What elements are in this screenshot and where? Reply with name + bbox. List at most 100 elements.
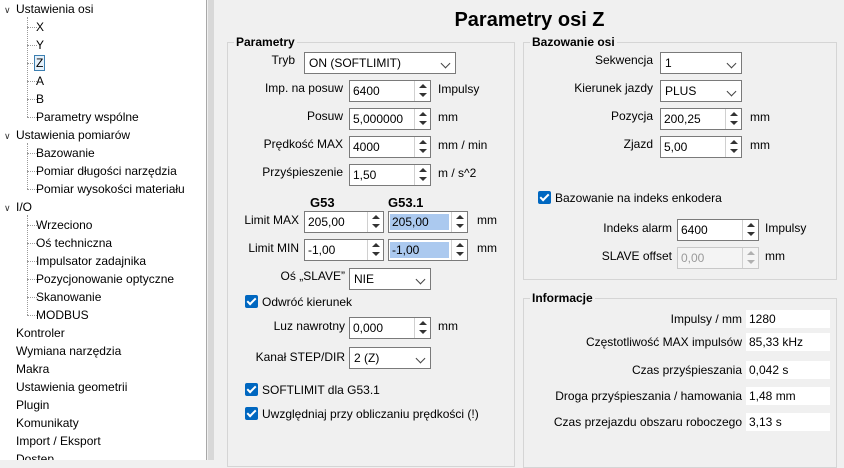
tree-item-z[interactable]: Z: [34, 54, 46, 72]
tree-item-impulsator[interactable]: Impulsator zadajnika: [34, 252, 148, 270]
limit-min-g531-spinner[interactable]: -1,00: [388, 239, 468, 261]
spin-up-icon[interactable]: [743, 220, 758, 230]
spin-down-icon[interactable]: [743, 230, 758, 240]
bazowanie-enkoder-checkbox[interactable]: Bazowanie na indeks enkodera: [538, 190, 738, 206]
spin-down-icon[interactable]: [368, 222, 383, 232]
zjazd-spinner[interactable]: 5,00: [660, 136, 742, 158]
spin-down-icon[interactable]: [415, 328, 430, 338]
odwroc-kierunek-checkbox[interactable]: Odwróć kierunek: [245, 294, 365, 310]
tree-node-komunikaty[interactable]: Komunikaty: [4, 414, 79, 432]
tree-node-wymiana-narzedzia[interactable]: Wymiana narzędzia: [4, 342, 121, 360]
softlimit-g531-checkbox[interactable]: SOFTLIMIT dla G53.1: [245, 382, 405, 398]
tryb-value: ON (SOFTLIMIT): [309, 56, 401, 70]
spin-up-icon[interactable]: [452, 212, 467, 222]
limit-max-g531-spinner[interactable]: 205,00: [388, 211, 468, 233]
g53-column-header: G53: [310, 195, 335, 210]
kierunek-jazdy-select[interactable]: PLUS: [660, 80, 742, 102]
slave-offset-spinner[interactable]: 0,00: [677, 247, 759, 269]
tree-node-io[interactable]: ∨ I/O: [4, 198, 32, 216]
pozycja-unit: mm: [750, 110, 770, 124]
luz-nawrotny-label: Luz nawrotny: [273, 319, 345, 333]
tree-node-makra[interactable]: Makra: [4, 360, 49, 378]
spin-down-icon[interactable]: [415, 147, 430, 157]
spin-up-icon[interactable]: [368, 212, 383, 222]
tree-item-parametry-wspolne[interactable]: Parametry wspólne: [34, 108, 141, 126]
indeks-alarm-spinner[interactable]: 6400: [677, 219, 759, 241]
tree-node-ustawienia-geometrii[interactable]: Ustawienia geometrii: [4, 378, 127, 396]
tree-item-pomiar-wysokosci[interactable]: Pomiar wysokości materiału: [34, 180, 187, 198]
uwzgledniaj-checkbox[interactable]: Uwzględniaj przy obliczaniu prędkości (!…: [245, 406, 505, 422]
limit-min-g53-spinner[interactable]: -1,00: [304, 239, 384, 261]
tree-item-pomiar-dlugosci[interactable]: Pomiar długości narzędzia: [34, 162, 179, 180]
tree-scrollbar[interactable]: [207, 0, 215, 460]
tree-item-modbus[interactable]: MODBUS: [34, 306, 91, 324]
spin-up-icon[interactable]: [415, 81, 430, 91]
tree-node-dostep[interactable]: Dostęp: [4, 450, 54, 460]
tree-node-import-eksport[interactable]: Import / Eksport: [4, 432, 101, 450]
tree-item-a[interactable]: A: [34, 72, 46, 90]
spin-down-icon[interactable]: [452, 222, 467, 232]
spin-down-icon[interactable]: [743, 258, 758, 268]
spin-up-icon[interactable]: [726, 109, 741, 119]
tree-item-skanowanie[interactable]: Skanowanie: [34, 288, 103, 306]
spin-down-icon[interactable]: [415, 91, 430, 101]
chevron-down-icon[interactable]: ∨: [4, 1, 14, 19]
posuw-spinner[interactable]: 5,000000: [349, 108, 431, 130]
tree-node-ustawienia-osi[interactable]: ∨ Ustawienia osi: [4, 0, 93, 18]
posuw-value: 5,000000: [353, 112, 404, 126]
tree-item-x[interactable]: X: [34, 18, 46, 36]
spin-up-icon[interactable]: [452, 240, 467, 250]
limit-max-g53-spinner[interactable]: 205,00: [304, 211, 384, 233]
tree-item-pozycjonowanie-optyczne[interactable]: Pozycjonowanie optyczne: [34, 270, 176, 288]
pozycja-value: 200,25: [664, 112, 701, 126]
info-value-droga: 1,48 mm: [746, 387, 830, 405]
bazowanie-group: Bazowanie osi: [523, 35, 837, 280]
spin-up-icon[interactable]: [415, 165, 430, 175]
checkmark-icon[interactable]: [245, 383, 258, 396]
os-slave-label: Oś „SLAVE”: [280, 269, 345, 283]
chevron-down-icon: [415, 353, 426, 364]
info-label-impulsy-mm: Impulsy / mm: [670, 312, 742, 326]
tree-item-wrzeciono[interactable]: Wrzeciono: [34, 216, 94, 234]
tree-item-bazowanie[interactable]: Bazowanie: [34, 144, 97, 162]
imp-na-posuw-label: Imp. na posuw: [264, 81, 343, 95]
kanal-step-dir-label: Kanał STEP/DIR: [255, 350, 345, 364]
spin-down-icon[interactable]: [452, 250, 467, 260]
spin-up-icon[interactable]: [743, 248, 758, 258]
spin-up-icon[interactable]: [415, 318, 430, 328]
tree-node-kontroler[interactable]: Kontroler: [4, 324, 65, 342]
tree-item-y[interactable]: Y: [34, 36, 46, 54]
tryb-select[interactable]: ON (SOFTLIMIT): [304, 52, 456, 74]
sekwencja-select[interactable]: 1: [660, 52, 742, 74]
spin-up-icon[interactable]: [415, 109, 430, 119]
scrollbar-thumb[interactable]: [208, 0, 214, 460]
chevron-down-icon: [726, 86, 737, 97]
tree-item-os-techniczna[interactable]: Oś techniczna: [34, 234, 114, 252]
checkmark-icon[interactable]: [245, 295, 258, 308]
spin-up-icon[interactable]: [368, 240, 383, 250]
tree-item-b[interactable]: B: [34, 90, 46, 108]
predkosc-max-spinner[interactable]: 4000: [349, 136, 431, 158]
kanal-step-dir-select[interactable]: 2 (Z): [349, 347, 431, 369]
chevron-down-icon[interactable]: ∨: [4, 199, 14, 217]
page-title: Parametry osi Z: [454, 9, 605, 31]
spin-up-icon[interactable]: [415, 137, 430, 147]
os-slave-select[interactable]: NIE: [349, 268, 431, 290]
spin-down-icon[interactable]: [726, 147, 741, 157]
przyspieszenie-spinner[interactable]: 1,50: [349, 164, 431, 186]
spin-down-icon[interactable]: [368, 250, 383, 260]
spin-down-icon[interactable]: [415, 119, 430, 129]
pozycja-spinner[interactable]: 200,25: [660, 108, 742, 130]
imp-na-posuw-spinner[interactable]: 6400: [349, 80, 431, 102]
spin-up-icon[interactable]: [726, 137, 741, 147]
chevron-down-icon[interactable]: ∨: [4, 127, 14, 145]
tree-guide-line: [27, 143, 28, 189]
tree-node-ustawienia-pomiarow[interactable]: ∨ Ustawienia pomiarów: [4, 126, 130, 144]
luz-nawrotny-spinner[interactable]: 0,000: [349, 317, 431, 339]
checkmark-icon[interactable]: [245, 407, 258, 420]
tree-node-plugin[interactable]: Plugin: [4, 396, 49, 414]
spin-down-icon[interactable]: [415, 175, 430, 185]
zjazd-unit: mm: [750, 138, 770, 152]
spin-down-icon[interactable]: [726, 119, 741, 129]
checkmark-icon[interactable]: [538, 191, 551, 204]
